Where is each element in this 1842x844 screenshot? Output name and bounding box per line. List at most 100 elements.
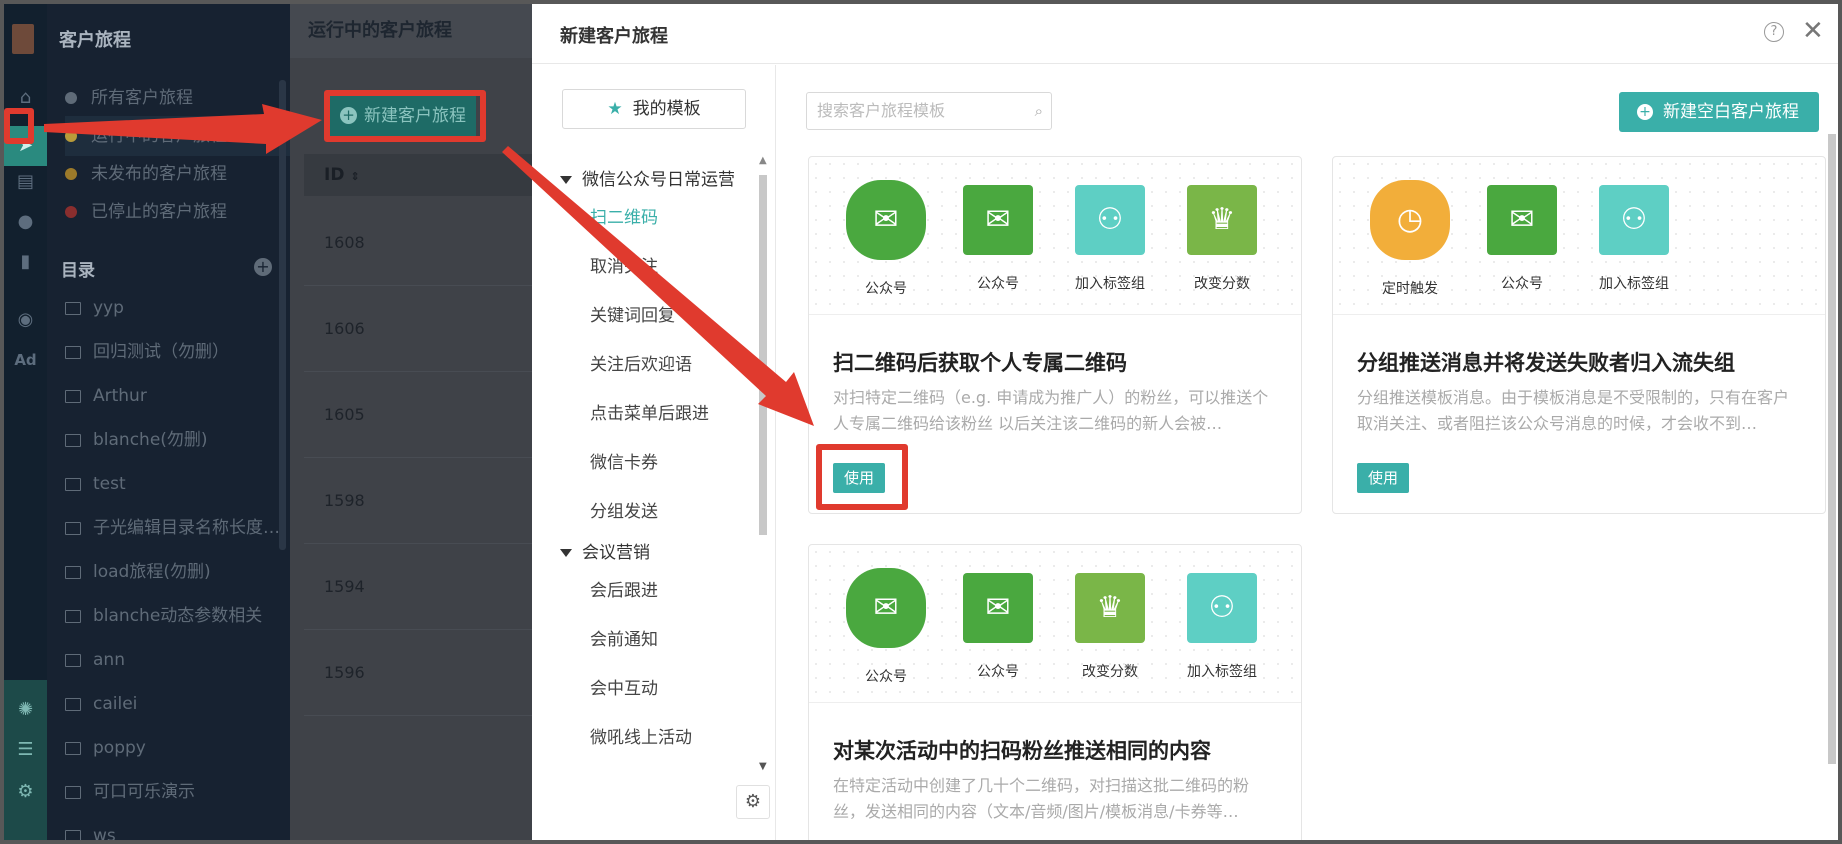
- sidebar-item-running[interactable]: 运行中的客户旅程: [65, 116, 290, 156]
- flow-node: ✉ 公众号: [953, 185, 1043, 293]
- content-scrollbar[interactable]: [1826, 134, 1838, 764]
- flow-preview: ◷ 定时触发 ✉ 公众号 ⚇ 加入标签组: [1333, 157, 1825, 315]
- layout-icon[interactable]: ▤: [4, 162, 47, 202]
- sidebar-item-all[interactable]: 所有客户旅程: [65, 78, 290, 118]
- folder-item[interactable]: ann: [65, 640, 290, 680]
- scroll-down-icon[interactable]: ▼: [759, 761, 767, 772]
- category-item[interactable]: 分组发送: [590, 497, 658, 522]
- flow-node-label: 改变分数: [1082, 664, 1138, 680]
- folder-item[interactable]: test: [65, 464, 290, 504]
- folder-item[interactable]: cailei: [65, 684, 290, 724]
- wechat-icon: ✉: [963, 185, 1033, 255]
- folder-item[interactable]: ws: [65, 816, 290, 844]
- my-templates-button[interactable]: ★ 我的模板: [562, 89, 746, 129]
- template-search-input[interactable]: 搜索客户旅程模板 ⌕: [806, 92, 1052, 130]
- scroll-thumb[interactable]: [1828, 134, 1836, 764]
- folder-item[interactable]: yyp: [65, 288, 290, 328]
- folder-label: ws: [93, 826, 116, 844]
- template-card[interactable]: ◷ 定时触发 ✉ 公众号 ⚇ 加入标签组分组推送消息并将发送失败者归入流失组分组推送模板消…: [1332, 156, 1826, 514]
- sidebar-scrollbar[interactable]: [279, 80, 286, 550]
- folder-label: blanche(勿删): [93, 430, 208, 450]
- scroll-thumb[interactable]: [759, 175, 767, 535]
- category-item[interactable]: 扫二维码: [590, 203, 658, 228]
- modal-title: 新建客户旅程: [560, 26, 668, 47]
- use-template-button[interactable]: 使用: [1357, 463, 1409, 493]
- folder-item[interactable]: 可口可乐演示: [65, 772, 290, 812]
- category-scrollbar[interactable]: ▲ ▼: [756, 155, 770, 775]
- folder-item[interactable]: poppy: [65, 728, 290, 768]
- new-blank-journey-button[interactable]: 新建空白客户旅程: [1619, 92, 1819, 132]
- folder-label: load旅程(勿删): [93, 562, 211, 582]
- sidebar-item-label: 所有客户旅程: [91, 88, 193, 108]
- folder-icon: [65, 609, 81, 623]
- gear-icon[interactable]: ⚙: [4, 772, 47, 812]
- category-item[interactable]: 关注后欢迎语: [590, 350, 692, 375]
- card-title: 扫二维码后获取个人专属二维码: [833, 351, 1127, 375]
- trophy-icon: ♛: [1075, 573, 1145, 643]
- sidebar-item-label: 未发布的客户旅程: [91, 164, 227, 184]
- directory-heading: 目录: [61, 261, 95, 281]
- user-icon[interactable]: ●: [4, 202, 47, 242]
- card-description: 对扫特定二维码（e.g. 申请成为推广人）的粉丝，可以推送个人专属二维码给该粉丝…: [833, 388, 1269, 433]
- folder-item[interactable]: 子光编辑目录名称长度…: [65, 508, 290, 548]
- flow-node: ♛ 改变分数: [1065, 573, 1155, 681]
- table-row[interactable]: 1608: [304, 200, 532, 286]
- category-item[interactable]: 取消关注: [590, 252, 658, 277]
- sort-icon[interactable]: ⇕: [350, 170, 359, 183]
- search-icon[interactable]: ⌕: [1035, 93, 1043, 129]
- table-row[interactable]: 1606: [304, 286, 532, 372]
- star-icon: ★: [607, 99, 623, 119]
- card-description: 分组推送模板消息。由于模板消息是不受限制的，只有在客户取消关注、或者阻拦该公众号…: [1357, 388, 1790, 433]
- category-item[interactable]: 会后跟进: [590, 576, 658, 601]
- list-icon[interactable]: ☰: [4, 730, 47, 770]
- table-row[interactable]: 1598: [304, 458, 532, 544]
- category-item[interactable]: 微吼线上活动: [590, 723, 692, 748]
- category-item[interactable]: 会中互动: [590, 674, 658, 699]
- modal-header: 新建客户旅程 ? ✕: [532, 4, 1838, 64]
- folder-item[interactable]: blanche动态参数相关: [65, 596, 290, 636]
- folder-item[interactable]: load旅程(勿删): [65, 552, 290, 592]
- category-group[interactable]: 会议营销: [560, 538, 650, 563]
- folder-icon: [65, 741, 81, 755]
- app-logo: [12, 24, 34, 54]
- category-item[interactable]: 关键词回复: [590, 301, 675, 326]
- highlight-box-rail: [4, 108, 34, 144]
- wechat-icon[interactable]: ◉: [4, 300, 47, 340]
- category-item[interactable]: 会前通知: [590, 625, 658, 650]
- flow-preview: ✉ 公众号 ✉ 公众号 ♛ 改变分数 ⚇ 加入标签组: [809, 545, 1301, 703]
- status-dot: [65, 92, 77, 104]
- nodes-icon[interactable]: ✺: [4, 690, 47, 730]
- flow-node: ⚇ 加入标签组: [1177, 573, 1267, 681]
- id-column-header[interactable]: ID ⇕: [304, 154, 532, 196]
- folder-icon: [65, 521, 81, 535]
- help-icon[interactable]: ?: [1764, 22, 1784, 42]
- folder-item[interactable]: blanche(勿删): [65, 420, 290, 460]
- scroll-up-icon[interactable]: ▲: [759, 155, 767, 166]
- sidebar-item-stopped[interactable]: 已停止的客户旅程: [65, 192, 290, 232]
- category-settings-button[interactable]: ⚙: [736, 785, 770, 819]
- sidebar-title: 客户旅程: [59, 30, 131, 51]
- ad-icon[interactable]: Ad: [4, 340, 47, 380]
- bar-chart-icon[interactable]: ▮: [4, 242, 47, 282]
- folder-item[interactable]: Arthur: [65, 376, 290, 416]
- flow-node-label: 加入标签组: [1187, 664, 1257, 680]
- sidebar-item-label: 运行中的客户旅程: [91, 126, 227, 146]
- folder-item[interactable]: 回归测试（勿删）: [65, 332, 290, 372]
- highlight-box-use-button: [816, 444, 908, 510]
- folder-icon: [65, 433, 81, 447]
- sidebar-item-unpublished[interactable]: 未发布的客户旅程: [65, 154, 290, 194]
- template-card[interactable]: ✉ 公众号 ✉ 公众号 ♛ 改变分数 ⚇ 加入标签组 对某次活动中的扫码粉丝推送相同的内容 在特定…: [808, 544, 1302, 840]
- add-directory-button[interactable]: +: [254, 258, 272, 276]
- flow-node-label: 公众号: [865, 669, 907, 685]
- category-group[interactable]: 微信公众号日常运营: [560, 165, 735, 190]
- card-title: 分组推送消息并将发送失败者归入流失组: [1357, 351, 1735, 375]
- table-row[interactable]: 1605: [304, 372, 532, 458]
- table-row[interactable]: 1594: [304, 544, 532, 630]
- flow-node-label: 定时触发: [1382, 281, 1438, 297]
- category-item[interactable]: 点击菜单后跟进: [590, 399, 709, 424]
- category-item[interactable]: 微信卡券: [590, 448, 658, 473]
- table-row[interactable]: 1596: [304, 630, 532, 716]
- folder-label: test: [93, 474, 126, 494]
- close-icon[interactable]: ✕: [1802, 16, 1824, 46]
- new-journey-modal: 新建客户旅程 ? ✕ ★ 我的模板 微信公众号日常运营扫二维码取消关注关键词回复关…: [532, 4, 1838, 840]
